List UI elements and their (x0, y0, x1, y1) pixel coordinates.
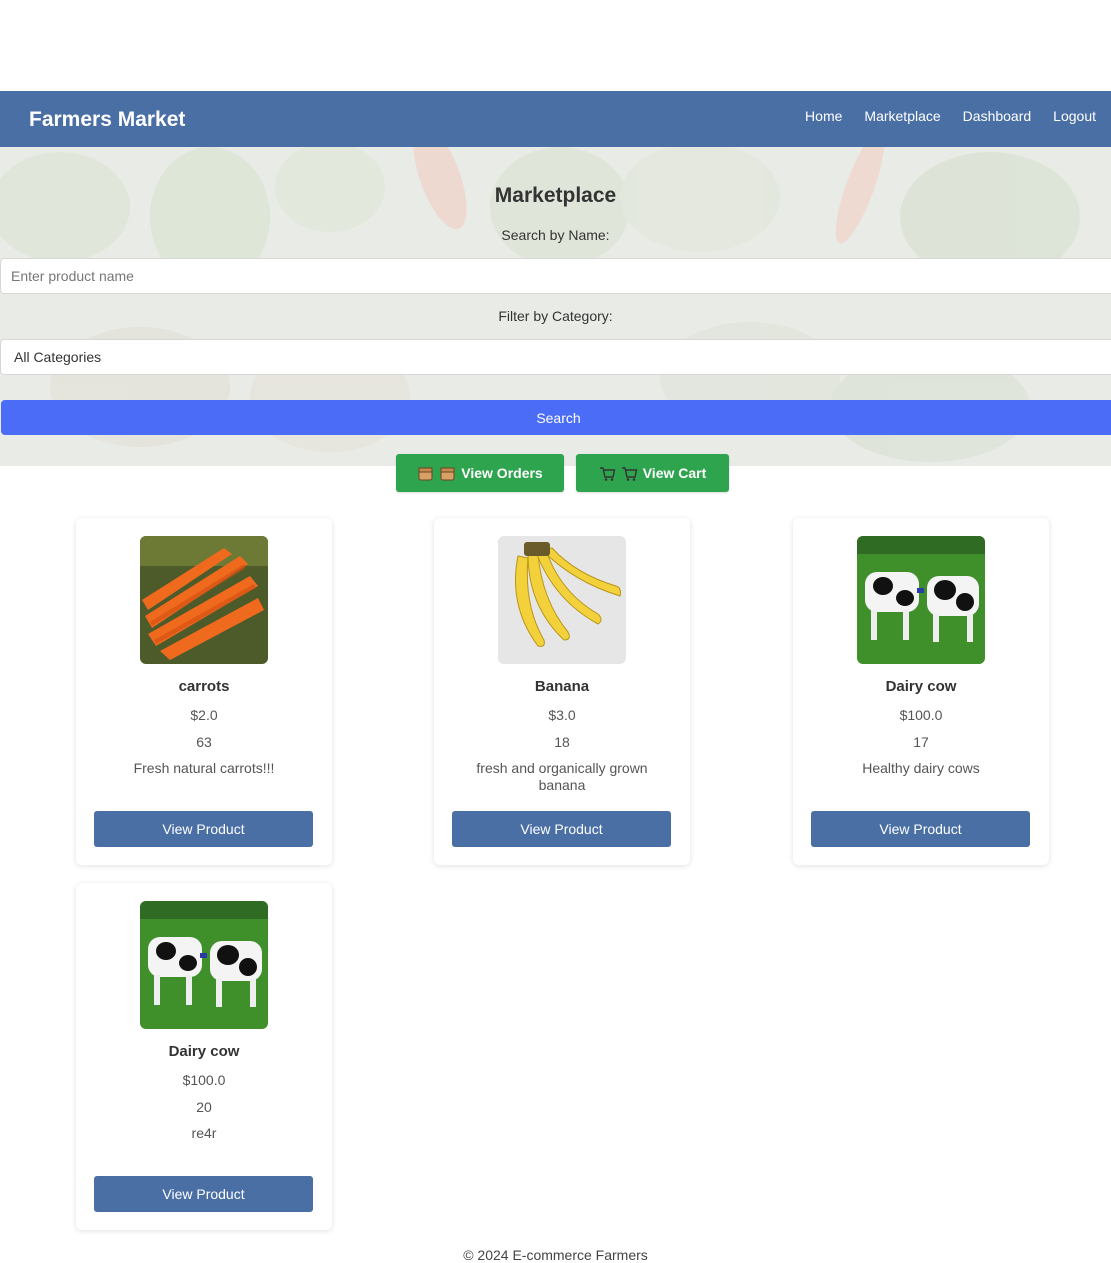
view-orders-label: View Orders (461, 465, 543, 481)
nav-links: Home Marketplace Dashboard Logout (805, 108, 1096, 124)
category-select[interactable]: All Categories (0, 339, 1111, 375)
product-quantity: 63 (196, 734, 212, 750)
product-name: Dairy cow (168, 1043, 240, 1060)
footer-copyright: © 2024 E-commerce Farmers (463, 1247, 648, 1263)
product-description: re4r (191, 1125, 217, 1141)
nav-link-dashboard[interactable]: Dashboard (963, 108, 1032, 124)
search-panel: Marketplace Search by Name: Filter by Ca… (0, 147, 1111, 466)
box-icon (439, 465, 456, 482)
banana-image[interactable] (498, 536, 626, 664)
product-description: fresh and organically grown banana (476, 760, 648, 793)
product-name: Dairy cow (885, 678, 957, 695)
product-price: $100.0 (182, 1072, 226, 1088)
cart-icon (599, 465, 616, 482)
product-card: Dairy cow $100.0 17 Healthy dairy cows V… (793, 518, 1049, 865)
view-product-button[interactable]: View Product (452, 811, 671, 847)
search-button[interactable]: Search (1, 400, 1111, 435)
carrots-image[interactable] (140, 536, 268, 664)
product-name: carrots (178, 678, 230, 695)
search-input[interactable] (0, 258, 1111, 294)
view-product-button[interactable]: View Product (94, 1176, 313, 1212)
nav-link-home[interactable]: Home (805, 108, 842, 124)
product-price: $100.0 (899, 707, 943, 723)
navbar: Farmers Market Home Marketplace Dashboar… (0, 91, 1111, 147)
product-price: $3.0 (548, 707, 576, 723)
view-orders-button[interactable]: View Orders (396, 454, 564, 492)
product-description: Fresh natural carrots!!! (133, 760, 275, 776)
view-product-button[interactable]: View Product (811, 811, 1030, 847)
category-selected-value: All Categories (14, 349, 102, 365)
page-title: Marketplace (494, 184, 617, 207)
search-form: Marketplace Search by Name: Filter by Ca… (0, 147, 1111, 466)
cow-image[interactable] (140, 901, 268, 1029)
product-description: Healthy dairy cows (862, 760, 980, 776)
product-card: carrots $2.0 63 Fresh natural carrots!!!… (76, 518, 332, 865)
product-card: Dairy cow $100.0 20 re4r View Product (76, 883, 332, 1230)
product-price: $2.0 (190, 707, 218, 723)
cow-image[interactable] (857, 536, 985, 664)
view-cart-label: View Cart (642, 465, 707, 481)
category-label: Filter by Category: (498, 308, 613, 324)
product-name: Banana (534, 678, 590, 695)
cart-icon (621, 465, 638, 482)
brand-logo[interactable]: Farmers Market (29, 108, 185, 132)
product-quantity: 17 (913, 734, 929, 750)
search-label: Search by Name: (501, 227, 610, 243)
product-card: Banana $3.0 18 fresh and organically gro… (434, 518, 690, 865)
product-quantity: 18 (554, 734, 570, 750)
nav-link-logout[interactable]: Logout (1053, 108, 1096, 124)
view-product-button[interactable]: View Product (94, 811, 313, 847)
product-quantity: 20 (196, 1099, 212, 1115)
action-buttons: View Orders View Cart (0, 454, 1111, 492)
view-cart-button[interactable]: View Cart (576, 454, 729, 492)
box-icon (417, 465, 434, 482)
nav-link-marketplace[interactable]: Marketplace (864, 108, 940, 124)
